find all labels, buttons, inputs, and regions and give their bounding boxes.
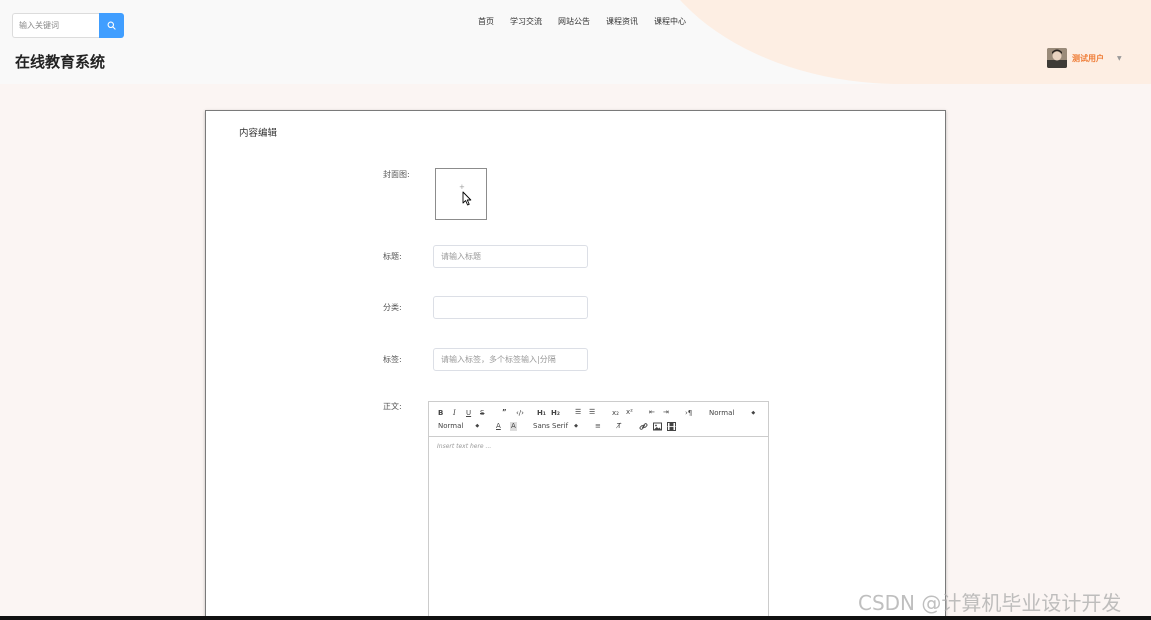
text-direction-icon[interactable]: ›¶	[685, 409, 692, 418]
chevron-down-icon: ▼	[1117, 54, 1122, 62]
tags-label: 标签:	[383, 355, 402, 364]
outdent-icon[interactable]: ⇤	[649, 408, 655, 417]
title-input[interactable]	[433, 245, 588, 268]
code-block-icon[interactable]: ‹/›	[516, 409, 524, 418]
bottom-edge	[0, 616, 1151, 620]
font-select-value: Sans Serif	[533, 422, 569, 430]
search-input[interactable]	[12, 13, 99, 38]
indent-icon[interactable]: ⇥	[663, 408, 669, 417]
header-select-value: Normal	[709, 409, 735, 417]
site-header: 在线教育系统 首页 学习交流 网站公告 课程资讯 课程中心 测试用户 ▼	[0, 0, 1151, 84]
category-input[interactable]	[433, 296, 588, 319]
rich-text-editor: B I U S ” ‹/› H₁ H₂ ☰ ☰ x₂ x² ⇤ ⇥ ›¶ Nor…	[428, 401, 769, 620]
nav-item-study-exchange[interactable]: 学习交流	[510, 16, 542, 27]
editor-toolbar: B I U S ” ‹/› H₁ H₂ ☰ ☰ x₂ x² ⇤ ⇥ ›¶ Nor…	[429, 402, 768, 437]
nav-item-home[interactable]: 首页	[478, 16, 494, 27]
bold-icon[interactable]: B	[438, 409, 443, 418]
nav-item-announcements[interactable]: 网站公告	[558, 16, 590, 27]
category-label: 分类:	[383, 303, 402, 312]
mouse-cursor-icon	[462, 191, 472, 206]
link-icon[interactable]	[639, 422, 648, 431]
content-edit-card: 内容编辑 封面图: + 标题: 分类: 标签: 正文: B I U S ” ‹/…	[205, 110, 946, 620]
body-label: 正文:	[383, 402, 402, 411]
background-color-icon[interactable]: A	[510, 422, 517, 431]
cover-label: 封面图:	[383, 170, 410, 179]
underline-icon[interactable]: U	[466, 409, 471, 418]
search-button[interactable]	[99, 13, 124, 38]
select-caret-icon: ◆	[751, 410, 756, 416]
editor-placeholder: Insert text here ...	[437, 443, 492, 450]
font-color-icon[interactable]: A	[496, 422, 501, 431]
blockquote-icon[interactable]: ”	[502, 408, 507, 417]
search-icon	[107, 21, 116, 30]
user-menu[interactable]: 测试用户 ▼	[1047, 48, 1122, 68]
ordered-list-icon[interactable]: ☰	[575, 408, 581, 417]
site-title: 在线教育系统	[15, 53, 106, 71]
page-title: 内容编辑	[239, 128, 278, 139]
user-name: 测试用户	[1072, 53, 1104, 63]
italic-icon[interactable]: I	[453, 409, 456, 418]
bullet-list-icon[interactable]: ☰	[589, 408, 595, 417]
size-select[interactable]: Normal ◆	[438, 422, 479, 430]
header-1-icon[interactable]: H₁	[537, 409, 546, 418]
header-2-icon[interactable]: H₂	[551, 409, 560, 418]
superscript-icon[interactable]: x²	[626, 408, 633, 417]
search-box	[12, 13, 124, 38]
subscript-icon[interactable]: x₂	[612, 409, 619, 418]
video-icon[interactable]	[667, 422, 676, 431]
tags-input[interactable]	[433, 348, 588, 371]
avatar	[1047, 48, 1067, 68]
header-select[interactable]: Normal ◆	[709, 409, 755, 417]
cover-image-uploader[interactable]: +	[435, 168, 487, 220]
plus-icon: +	[459, 183, 465, 191]
size-select-value: Normal	[438, 422, 464, 430]
title-label: 标题:	[383, 252, 402, 261]
header-decoration	[640, 0, 1151, 84]
csdn-watermark: CSDN @计算机毕业设计开发	[858, 591, 1122, 615]
image-icon[interactable]	[653, 422, 662, 431]
align-icon[interactable]: ≡	[595, 422, 601, 431]
editor-content-area[interactable]: Insert text here ...	[429, 437, 768, 620]
strikethrough-icon[interactable]: S	[480, 409, 484, 418]
main-nav: 首页 学习交流 网站公告 课程资讯 课程中心	[478, 16, 686, 27]
font-select[interactable]: Sans Serif ◆	[533, 422, 578, 430]
select-caret-icon: ◆	[574, 423, 578, 429]
clear-format-icon[interactable]: T̸	[617, 422, 621, 431]
nav-item-course-news[interactable]: 课程资讯	[606, 16, 638, 27]
select-caret-icon: ◆	[475, 423, 480, 429]
nav-item-course-center[interactable]: 课程中心	[654, 16, 686, 27]
